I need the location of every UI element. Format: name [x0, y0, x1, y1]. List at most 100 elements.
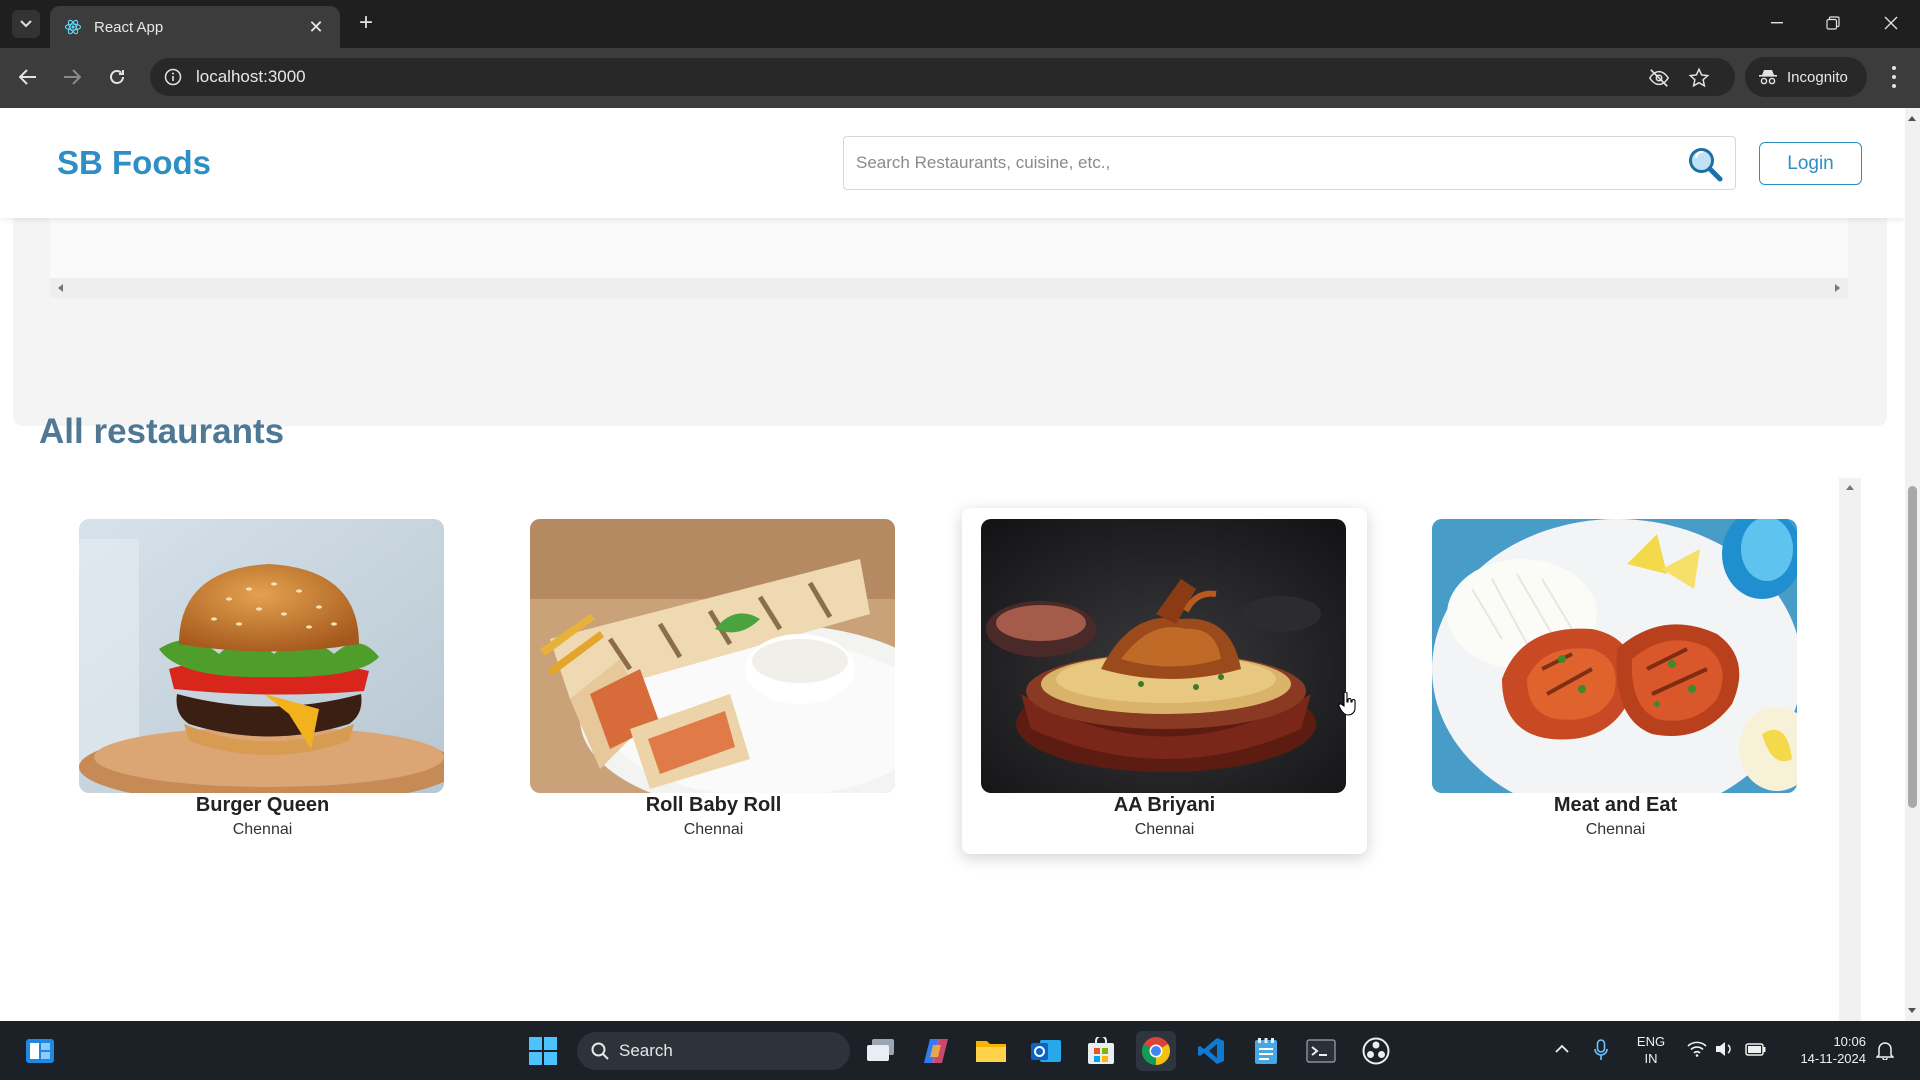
restaurant-city: Chennai — [232, 821, 293, 838]
clock-date: 14-11-2024 — [1800, 1051, 1866, 1066]
windows-logo-icon — [529, 1037, 557, 1065]
reload-button[interactable] — [101, 61, 133, 93]
restaurant-name: AA Briyani — [1113, 794, 1216, 816]
scroll-up-arrow-icon[interactable] — [1846, 485, 1854, 490]
chrome-icon — [1142, 1037, 1170, 1065]
folder-icon — [976, 1041, 1006, 1062]
back-button[interactable] — [12, 61, 44, 93]
browser-tab[interactable]: React App ✕ — [50, 6, 340, 48]
incognito-indicator[interactable]: Incognito — [1745, 57, 1867, 97]
forward-button[interactable] — [56, 61, 88, 93]
language-indicator[interactable]: ENG IN — [1628, 1033, 1674, 1067]
language-code: ENG — [1636, 1034, 1666, 1049]
login-button[interactable]: Login — [1759, 142, 1862, 185]
obs-button[interactable] — [1356, 1031, 1396, 1071]
search-input[interactable] — [856, 137, 1676, 189]
vscode-button[interactable] — [1191, 1031, 1231, 1071]
restore-button[interactable] — [1813, 8, 1853, 38]
info-icon[interactable] — [164, 68, 182, 86]
start-button[interactable] — [523, 1031, 563, 1071]
restaurant-city: Chennai — [1134, 821, 1195, 838]
chrome-button[interactable] — [1136, 1031, 1176, 1071]
browser-menu-button[interactable] — [1882, 64, 1906, 90]
hand-cursor-icon — [1338, 692, 1356, 716]
obs-icon — [1362, 1037, 1390, 1065]
restaurant-city: Chennai — [1585, 821, 1646, 838]
site-header: SB Foods Login — [0, 108, 1905, 218]
restaurant-list-scrollbar[interactable] — [1839, 478, 1861, 1021]
minimize-button[interactable] — [1757, 8, 1797, 38]
reload-icon — [110, 70, 124, 84]
page-scrollbar[interactable] — [1905, 108, 1920, 1021]
arrow-right-icon — [64, 69, 81, 85]
tab-title: React App — [94, 18, 164, 36]
scroll-down-arrow-icon[interactable] — [1908, 1008, 1916, 1013]
restaurant-name: Meat and Eat — [1553, 794, 1678, 816]
notification-bell-icon[interactable] — [1876, 1040, 1894, 1060]
incognito-icon — [1759, 70, 1777, 85]
scrollbar-thumb[interactable] — [1908, 486, 1917, 808]
vscode-icon — [1198, 1038, 1224, 1064]
widgets-button[interactable] — [20, 1031, 60, 1071]
chevron-up-icon[interactable] — [1555, 1044, 1569, 1054]
address-bar[interactable]: localhost:3000 — [150, 58, 1735, 96]
new-tab-button[interactable]: + — [352, 10, 380, 38]
copilot-icon — [924, 1039, 948, 1063]
restaurant-city: Chennai — [683, 821, 744, 838]
clock[interactable]: 10:06 14-11-2024 — [1780, 1033, 1866, 1067]
browser-toolbar: localhost:3000 Incognito — [0, 48, 1920, 108]
scroll-left-arrow-icon[interactable] — [58, 284, 63, 292]
taskbar-search[interactable]: Search — [577, 1032, 850, 1070]
grilled-chicken-image[interactable] — [1432, 519, 1797, 793]
tab-close-icon[interactable]: ✕ — [306, 17, 326, 38]
outlook-icon — [1031, 1040, 1061, 1062]
close-window-button[interactable] — [1871, 8, 1911, 38]
react-logo-icon — [64, 19, 82, 35]
restaurant-card[interactable]: Meat and Eat Chennai — [1413, 508, 1818, 854]
burger-image[interactable] — [79, 519, 444, 793]
notepad-icon — [1255, 1038, 1277, 1064]
outlook-button[interactable] — [1026, 1031, 1066, 1071]
biryani-image[interactable] — [981, 519, 1346, 793]
microsoft-store-button[interactable] — [1081, 1031, 1121, 1071]
url-text[interactable]: localhost:3000 — [196, 67, 306, 87]
restaurant-card[interactable]: Burger Queen Chennai — [60, 508, 465, 854]
microphone-icon[interactable] — [1594, 1039, 1608, 1061]
copilot-button[interactable] — [916, 1031, 956, 1071]
widgets-icon — [26, 1039, 54, 1063]
restaurant-card[interactable]: AA Briyani Chennai — [962, 508, 1367, 854]
wrap-roll-image[interactable] — [530, 519, 895, 793]
notepad-button[interactable] — [1246, 1031, 1286, 1071]
close-icon — [1884, 16, 1898, 30]
scroll-up-arrow-icon[interactable] — [1908, 116, 1916, 121]
page-viewport: SB Foods Login All restaurants — [0, 108, 1905, 1021]
clock-time: 10:06 — [1833, 1034, 1866, 1049]
search-bar — [843, 136, 1736, 190]
battery-icon[interactable] — [1745, 1041, 1767, 1057]
volume-icon[interactable] — [1715, 1041, 1735, 1057]
site-logo[interactable]: SB Foods — [57, 144, 211, 182]
search-icon[interactable] — [1686, 145, 1724, 183]
terminal-button[interactable] — [1301, 1031, 1341, 1071]
store-icon — [1088, 1037, 1114, 1064]
minimize-icon — [1771, 22, 1783, 24]
horizontal-scrollbar[interactable] — [50, 278, 1848, 298]
search-icon — [591, 1042, 609, 1060]
browser-tabstrip: React App ✕ + — [0, 0, 1920, 48]
file-explorer-button[interactable] — [971, 1031, 1011, 1071]
wifi-icon[interactable] — [1687, 1041, 1707, 1057]
scroll-right-arrow-icon[interactable] — [1835, 284, 1840, 292]
taskbar-search-label: Search — [619, 1041, 673, 1060]
section-title: All restaurants — [39, 412, 285, 451]
star-bookmark-icon[interactable] — [1688, 67, 1710, 89]
task-view-button[interactable] — [861, 1031, 901, 1071]
arrow-left-icon — [19, 69, 36, 85]
incognito-label: Incognito — [1787, 68, 1848, 86]
chevron-down-icon — [20, 20, 32, 28]
restore-icon — [1826, 16, 1840, 30]
terminal-icon — [1306, 1039, 1336, 1063]
region-code: IN — [1644, 1051, 1658, 1066]
eye-off-icon[interactable] — [1648, 67, 1670, 89]
tab-search-button[interactable] — [12, 10, 40, 38]
restaurant-card[interactable]: Roll Baby Roll Chennai — [511, 508, 916, 854]
